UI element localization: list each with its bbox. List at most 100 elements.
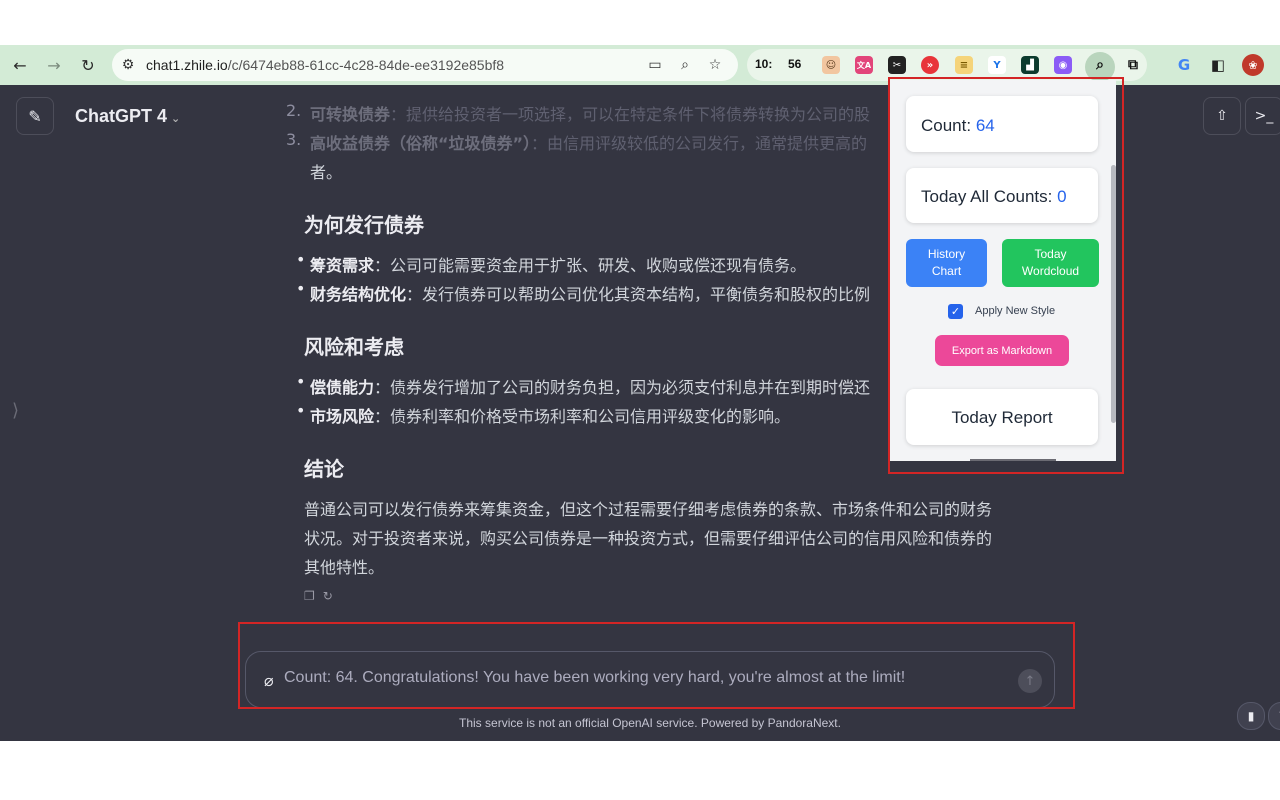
list-item-text: ：公司可能需要资金用于扩张、研发、收购或偿还现有债务。 (374, 256, 807, 275)
bullet: • (296, 250, 306, 269)
paragraph-line: 其他特性。 (304, 558, 385, 577)
url-host: chat1.zhile.io (146, 57, 228, 73)
bottom-margin (0, 741, 1280, 800)
list-item-text: ：债券利率和价格受市场利率和公司信用评级变化的影响。 (374, 407, 791, 426)
composer-input[interactable]: Count: 64. Congratulations! You have bee… (284, 669, 905, 687)
chart-extension-icon[interactable]: ▟ (1021, 56, 1039, 74)
today-wordcloud-button[interactable]: Today Wordcloud (1002, 239, 1099, 287)
ext-counter-b[interactable]: 56 (788, 57, 801, 71)
popup-scroll-indicator (970, 459, 1056, 461)
list-item: 可转换债券：提供给投资者一项选择，可以在特定条件下将债券转换为公司的股 (310, 101, 870, 125)
address-bar[interactable]: ⚙ chat1.zhile.io/c/6474eb88-61cc-4c28-84… (112, 49, 738, 81)
today-count-value: 0 (1057, 187, 1067, 206)
browser-toolbar: ← → ↻ ⚙ chat1.zhile.io/c/6474eb88-61cc-4… (0, 45, 1280, 85)
list-item-bold: 市场风险 (310, 407, 375, 426)
count-label: Count: (921, 116, 976, 135)
stats-icon[interactable]: ▮ (1237, 702, 1265, 730)
send-button[interactable]: ↑ (1018, 669, 1042, 693)
bullet: • (296, 372, 306, 391)
back-arrow-icon[interactable]: ← (8, 53, 32, 77)
scissors-extension-icon[interactable]: ✂ (888, 56, 906, 74)
history-chart-button[interactable]: History Chart (906, 239, 987, 287)
vpn-extension-icon[interactable]: Y (988, 56, 1006, 74)
install-app-icon[interactable]: ▭ (646, 56, 664, 74)
share-icon[interactable]: ⇧ (1203, 97, 1241, 135)
count-card: Count: 64 (906, 96, 1098, 152)
side-panel-icon[interactable]: ◧ (1207, 54, 1229, 76)
paragraph-line: 普通公司可以发行债券来筹集资金，但这个过程需要仔细考虑债券的条款、市场条件和公司… (304, 500, 993, 519)
bullet: • (296, 279, 306, 298)
list-item: 偿债能力：债券发行增加了公司的财务负担，因为必须支付利息并在到期时偿还 (310, 374, 870, 398)
section-heading: 风险和考虑 (304, 335, 404, 359)
list-number: 2. (286, 101, 302, 120)
history-chart-line2: Chart (931, 264, 962, 278)
popup-scrollbar[interactable] (1111, 165, 1116, 423)
terminal-icon[interactable]: >_ (1245, 97, 1280, 135)
notes-extension-icon[interactable]: ≡ (955, 56, 973, 74)
list-item-continuation: 者。 (310, 163, 343, 182)
today-count-line: Today All Counts: 0 (921, 187, 1067, 207)
sidebar-toggle-icon[interactable]: ⟩ (12, 400, 19, 421)
copy-icon[interactable]: ❐ (304, 589, 315, 603)
list-item: 市场风险：债券利率和价格受市场利率和公司信用评级变化的影响。 (310, 403, 790, 427)
extension-popup: Count: 64 Today All Counts: 0 History Cha… (890, 80, 1116, 461)
google-icon[interactable]: G (1173, 54, 1195, 76)
url-path: /c/6474eb88-61cc-4c28-84de-ee3192e85bf8 (227, 57, 505, 73)
today-wordcloud-label: Today Wordcloud (1022, 246, 1079, 280)
section-heading: 为何发行债券 (304, 213, 424, 237)
extensions-puzzle-icon[interactable]: ⧉ (1124, 56, 1142, 74)
section-heading: 结论 (304, 457, 344, 481)
history-chart-label: History Chart (928, 246, 965, 280)
ext-counter-a[interactable]: 10: (755, 57, 772, 71)
extensions-strip: 10: 56 ☺ 文A ✂ » ≡ Y ▟ ◉ ⌕ ⧉ (747, 49, 1147, 82)
today-wordcloud-line2: Wordcloud (1021, 264, 1080, 278)
fast-forward-extension-icon[interactable]: » (921, 56, 939, 74)
chevron-down-icon: ⌄ (171, 112, 181, 125)
export-markdown-button[interactable]: Export as Markdown (935, 335, 1069, 366)
today-report-label: Today Report (951, 408, 1053, 427)
model-selector[interactable]: ChatGPT 4 ⌄ (75, 106, 180, 127)
github-extension-icon[interactable]: ◉ (1054, 56, 1072, 74)
regenerate-icon[interactable]: ↻ (323, 589, 333, 603)
message-actions: ❐ ↻ (304, 585, 364, 603)
list-item-bold: 筹资需求 (310, 256, 375, 275)
list-item-text: ：由信用评级较低的公司发行，通常提供更高的 (531, 134, 868, 153)
list-item-text: ：提供给投资者一项选择，可以在特定条件下将债券转换为公司的股 (390, 105, 871, 124)
list-item-text: ：发行债券可以帮助公司优化其资本结构，平衡债务和股权的比例 (406, 285, 871, 304)
list-number: 3. (286, 130, 302, 149)
apply-style-checkbox[interactable]: ✓ (948, 304, 963, 319)
zoom-icon[interactable]: ⌕ (676, 56, 694, 74)
profile-avatar-icon[interactable]: ❀ (1242, 54, 1264, 76)
today-count-label: Today All Counts: (921, 187, 1058, 206)
top-margin (0, 0, 1280, 45)
message-composer[interactable]: ⌀ Count: 64. Congratulations! You have b… (245, 651, 1055, 708)
history-chart-line1: History (927, 247, 966, 261)
forward-arrow-icon[interactable]: → (42, 53, 66, 77)
model-name: ChatGPT 4 (75, 106, 168, 126)
chatgpt-counter-extension-icon[interactable]: ⌕ (1091, 56, 1109, 74)
footer-disclaimer: This service is not an official OpenAI s… (459, 716, 841, 730)
today-wordcloud-line1: Today (1034, 247, 1067, 261)
monkey-extension-icon[interactable]: ☺ (822, 56, 840, 74)
list-item-bold: 偿债能力 (310, 378, 375, 397)
site-settings-icon[interactable]: ⚙ (119, 56, 137, 74)
today-count-card: Today All Counts: 0 (906, 168, 1098, 223)
bookmark-star-icon[interactable]: ☆ (706, 56, 724, 74)
list-item: 筹资需求：公司可能需要资金用于扩张、研发、收购或偿还现有债务。 (310, 252, 806, 276)
bullet: • (296, 401, 306, 420)
list-item-bold: 可转换债券 (310, 105, 391, 124)
count-line: Count: 64 (921, 116, 995, 136)
paragraph-line: 状况。对于投资者来说，购买公司债券是一种投资方式，但需要仔细评估公司的信用风险和… (304, 529, 993, 548)
url-text[interactable]: chat1.zhile.io/c/6474eb88-61cc-4c28-84de… (146, 57, 504, 73)
reload-icon[interactable]: ↻ (76, 53, 100, 77)
count-value: 64 (975, 116, 995, 135)
paperclip-icon[interactable]: ⌀ (264, 671, 274, 690)
list-item: 财务结构优化：发行债券可以帮助公司优化其资本结构，平衡债务和股权的比例 (310, 281, 870, 305)
list-item: 高收益债券（俗称“垃圾债券”）：由信用评级较低的公司发行，通常提供更高的 (310, 130, 867, 154)
apply-style-label[interactable]: Apply New Style (975, 305, 1055, 317)
list-item-bold: 高收益债券（俗称“垃圾债券”） (310, 134, 532, 153)
translate-extension-icon[interactable]: 文A (855, 56, 873, 74)
today-report-button[interactable]: Today Report (906, 389, 1098, 445)
list-item-bold: 财务结构优化 (310, 285, 407, 304)
new-chat-icon[interactable]: ✎ (16, 97, 54, 135)
